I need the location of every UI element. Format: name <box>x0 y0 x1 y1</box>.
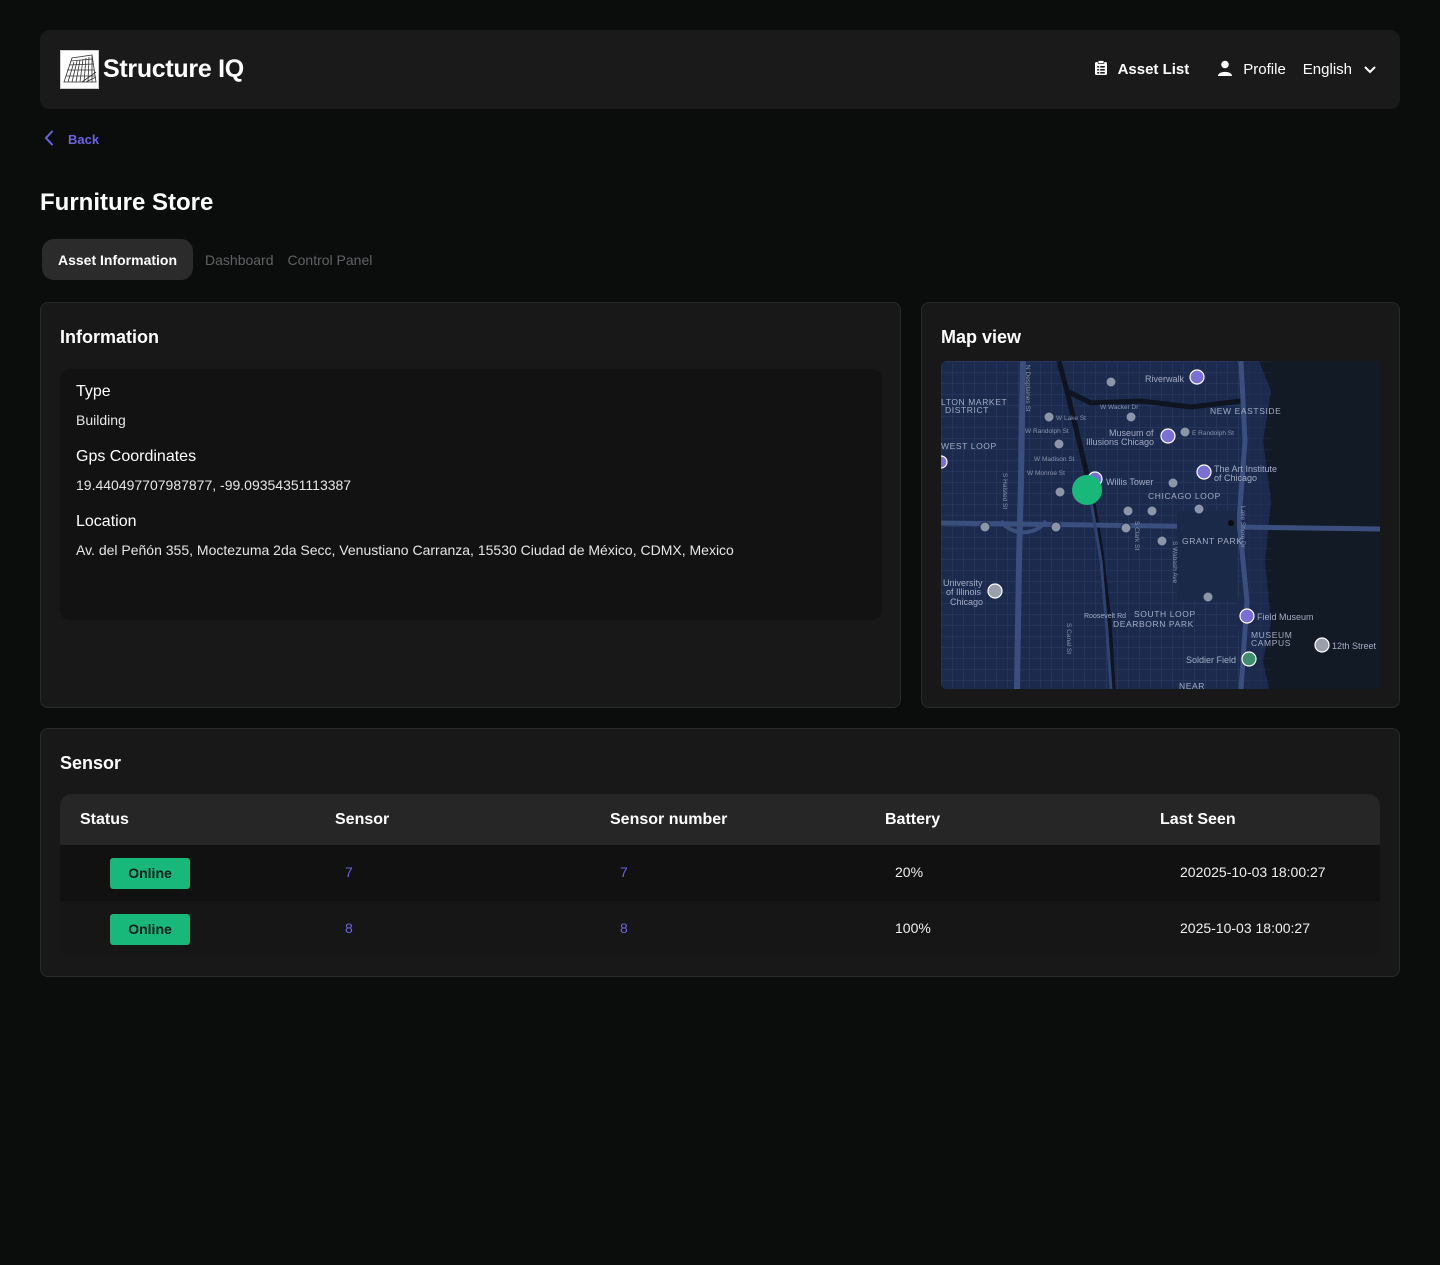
map-label-willis: Willis Tower <box>1106 477 1153 487</box>
table-row: Online 7 7 20% 202025-10-03 18:00:27 <box>60 845 1380 901</box>
map-label-art-institute-2: of Chicago <box>1214 473 1257 483</box>
map-label-district: DISTRICT <box>945 405 989 415</box>
back-label: Back <box>68 132 100 147</box>
tab-asset-information[interactable]: Asset Information <box>42 239 194 280</box>
map-label-near: NEAR <box>1179 681 1205 689</box>
last-seen-value: 2025-10-03 18:00:27 <box>1180 920 1310 936</box>
type-value: Building <box>76 412 126 428</box>
column-last-seen: Last Seen <box>1160 810 1236 828</box>
nav-profile-label: Profile <box>1243 61 1286 78</box>
information-title: Information <box>60 327 159 347</box>
language-select[interactable]: English <box>1303 61 1376 78</box>
map-label-uic-3: Chicago <box>950 597 983 607</box>
map-label-w-randolph: W Randolph St <box>1025 428 1069 435</box>
sensor-card: Sensor Status Sensor Sensor number Batte… <box>40 728 1400 977</box>
map-canvas: Riverwalk LTON MARKET DISTRICT NEW EASTS… <box>941 361 1380 689</box>
brand[interactable]: Structure IQ <box>60 50 244 89</box>
type-label: Type <box>76 383 111 400</box>
map-label-chicago-loop: CHICAGO LOOP <box>1148 491 1221 501</box>
sensor-number-link[interactable]: 8 <box>620 920 628 936</box>
tab-control-panel[interactable]: Control Panel <box>288 252 373 268</box>
map-label-west-loop: WEST LOOP <box>941 441 997 451</box>
building-logo-icon <box>60 50 99 89</box>
map-label-new-eastside: NEW EASTSIDE <box>1210 406 1281 416</box>
nav-asset-list-label: Asset List <box>1117 61 1190 78</box>
sensor-link[interactable]: 7 <box>345 864 353 880</box>
map-label-grant-park: GRANT PARK <box>1182 536 1242 546</box>
battery-value: 20% <box>895 864 924 880</box>
map-label-twelfth: 12th Street <box>1332 641 1377 651</box>
map-label-uic-2: of Illinois <box>946 587 982 597</box>
table-header: Status Sensor Sensor number Battery Last… <box>60 794 1380 845</box>
map-label-s-wabash: S Wabash Ave <box>1171 541 1178 584</box>
gps-value: 19.440497707987877, -99.09354351113387 <box>76 477 352 493</box>
map-label-e-randolph: E Randolph St <box>1192 430 1234 437</box>
map-label-field-museum: Field Museum <box>1257 612 1314 622</box>
map-label-s-canal: S Canal St <box>1065 623 1072 654</box>
map-view[interactable]: Riverwalk LTON MARKET DISTRICT NEW EASTS… <box>941 361 1380 689</box>
map-label-riverwalk: Riverwalk <box>1145 374 1185 384</box>
battery-value: 100% <box>895 920 931 936</box>
column-sensor: Sensor <box>335 810 390 828</box>
user-icon <box>1217 60 1233 80</box>
column-sensor-number: Sensor number <box>610 810 728 828</box>
sensor-number-link[interactable]: 7 <box>620 864 628 880</box>
brand-name: Structure IQ <box>103 55 244 83</box>
map-label-museum-illusions-2: Illusions Chicago <box>1086 437 1154 447</box>
status-badge: Online <box>110 913 190 945</box>
nav-asset-list[interactable]: Asset List <box>1094 59 1190 80</box>
map-label-dearborn: DEARBORN PARK <box>1113 619 1194 629</box>
map-label-soldier-field: Soldier Field <box>1186 655 1236 665</box>
map-label-w-madison: W Madison St <box>1034 456 1075 463</box>
tab-bar: Asset Information Dashboard Control Pane… <box>42 239 372 280</box>
location-value: Av. del Peñón 355, Moctezuma 2da Secc, V… <box>76 542 734 558</box>
page-title: Furniture Store <box>40 189 214 216</box>
back-link[interactable]: Back <box>44 130 99 149</box>
map-title: Map view <box>941 327 1022 347</box>
map-label-lake-shore: Lake Shore Dr <box>1239 506 1246 549</box>
sensor-title: Sensor <box>60 753 122 773</box>
map-label-s-halsted: S Halsted St <box>1001 473 1008 509</box>
information-panel: Type Building Gps Coordinates 19.4404977… <box>60 369 882 620</box>
information-card: Information Type Building Gps Coordinate… <box>40 302 901 708</box>
gps-label: Gps Coordinates <box>76 448 197 465</box>
chevron-down-icon <box>1364 61 1376 78</box>
tab-dashboard[interactable]: Dashboard <box>205 252 274 268</box>
map-label-w-lake: W Lake St <box>1056 415 1086 422</box>
map-label-s-clark: S Clark St <box>1133 521 1140 550</box>
status-badge: Online <box>110 857 190 889</box>
asset-location-marker <box>1072 475 1102 505</box>
table-row: Online 8 8 100% 2025-10-03 18:00:27 <box>60 901 1380 957</box>
sensor-link[interactable]: 8 <box>345 920 353 936</box>
map-card: Map view Riverwalk LTON MARKET DISTRICT … <box>921 302 1400 708</box>
column-status: Status <box>80 810 129 828</box>
map-label-south-loop: SOUTH LOOP <box>1134 609 1196 619</box>
app-header: Structure IQ Asset List Profile English <box>40 30 1400 109</box>
column-battery: Battery <box>885 810 941 828</box>
top-nav: Asset List Profile English <box>1094 59 1380 80</box>
chevron-left-icon <box>44 130 54 149</box>
clipboard-icon <box>1094 59 1108 80</box>
map-label-n-desplaines: N Desplaines St <box>1024 365 1031 412</box>
map-label-w-wacker: W Wacker Dr <box>1100 404 1139 411</box>
nav-profile[interactable]: Profile <box>1217 60 1286 80</box>
map-label-w-monroe: W Monroe St <box>1027 470 1065 477</box>
map-label-museum-campus-2: CAMPUS <box>1251 638 1291 648</box>
location-label: Location <box>76 513 137 530</box>
language-label: English <box>1302 61 1352 78</box>
sensor-table: Status Sensor Sensor number Battery Last… <box>60 794 1380 957</box>
last-seen-value: 202025-10-03 18:00:27 <box>1180 864 1326 880</box>
